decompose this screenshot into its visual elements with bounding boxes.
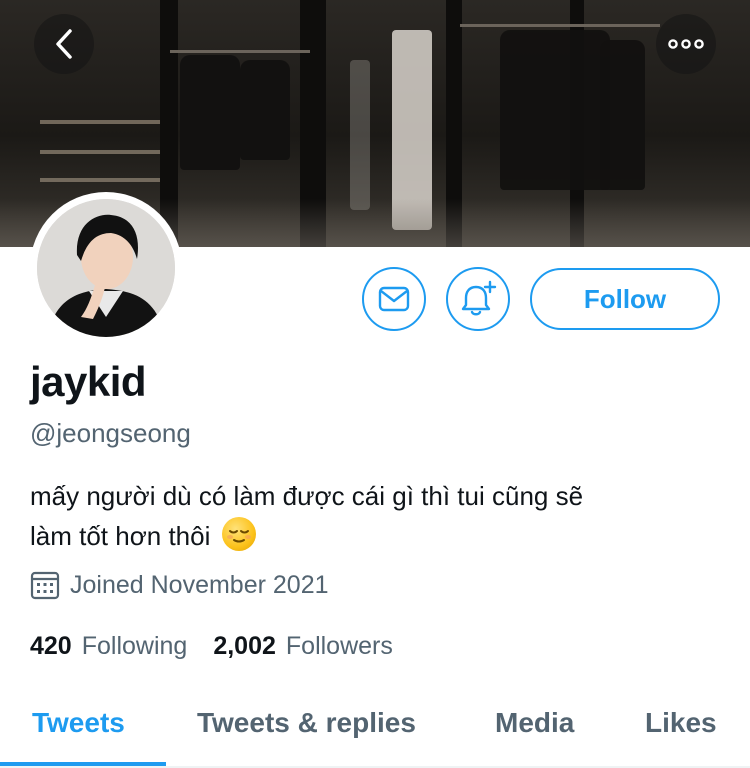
bio-line: làm tốt hơn thôi (30, 516, 720, 556)
joined-date: Joined November 2021 (30, 570, 329, 600)
follow-stats: 420 Following 2,002 Followers (30, 632, 419, 661)
back-button[interactable] (34, 14, 94, 74)
avatar-photo (37, 199, 175, 337)
profile-tabs: Tweets Tweets & replies Media Likes (0, 680, 750, 768)
chevron-left-icon (56, 29, 72, 59)
banner-light (350, 60, 370, 210)
profile-bio: mấy người dù có làm được cái gì thì tui … (30, 476, 720, 556)
relieved-face-emoji (221, 517, 256, 551)
envelope-icon (378, 286, 410, 312)
following-label[interactable]: Following (82, 632, 188, 661)
display-name: jaykid (30, 358, 147, 405)
bio-line-text: làm tốt hơn thôi (30, 521, 211, 551)
follow-button[interactable]: Follow (530, 268, 720, 330)
more-horizontal-icon (668, 39, 704, 49)
banner-rail (460, 24, 660, 27)
profile-avatar[interactable] (30, 192, 182, 344)
user-handle: @jeongseong (30, 418, 191, 448)
more-options-button[interactable] (656, 14, 716, 74)
banner-garment (500, 30, 610, 190)
tab-media[interactable]: Media (495, 680, 574, 766)
calendar-icon (30, 571, 60, 600)
tab-tweets[interactable]: Tweets (32, 680, 125, 766)
banner-rail (170, 50, 310, 53)
banner-shelf (40, 120, 160, 124)
banner-garment (600, 40, 645, 190)
banner-shelf (40, 178, 160, 182)
following-count[interactable]: 420 (30, 632, 72, 661)
message-button[interactable] (362, 267, 426, 331)
joined-text: Joined November 2021 (70, 570, 329, 599)
avatar-illustration (37, 199, 175, 337)
bio-line: mấy người dù có làm được cái gì thì tui … (30, 481, 584, 511)
banner-shelf (40, 150, 160, 154)
banner-garment (180, 55, 240, 170)
followers-label[interactable]: Followers (286, 632, 393, 661)
tab-tweets-and-replies[interactable]: Tweets & replies (197, 680, 416, 766)
followers-count[interactable]: 2,002 (213, 632, 276, 661)
bell-plus-icon (461, 280, 497, 316)
notifications-button[interactable] (446, 267, 510, 331)
banner-garment (240, 60, 290, 160)
tab-likes[interactable]: Likes (645, 680, 717, 766)
